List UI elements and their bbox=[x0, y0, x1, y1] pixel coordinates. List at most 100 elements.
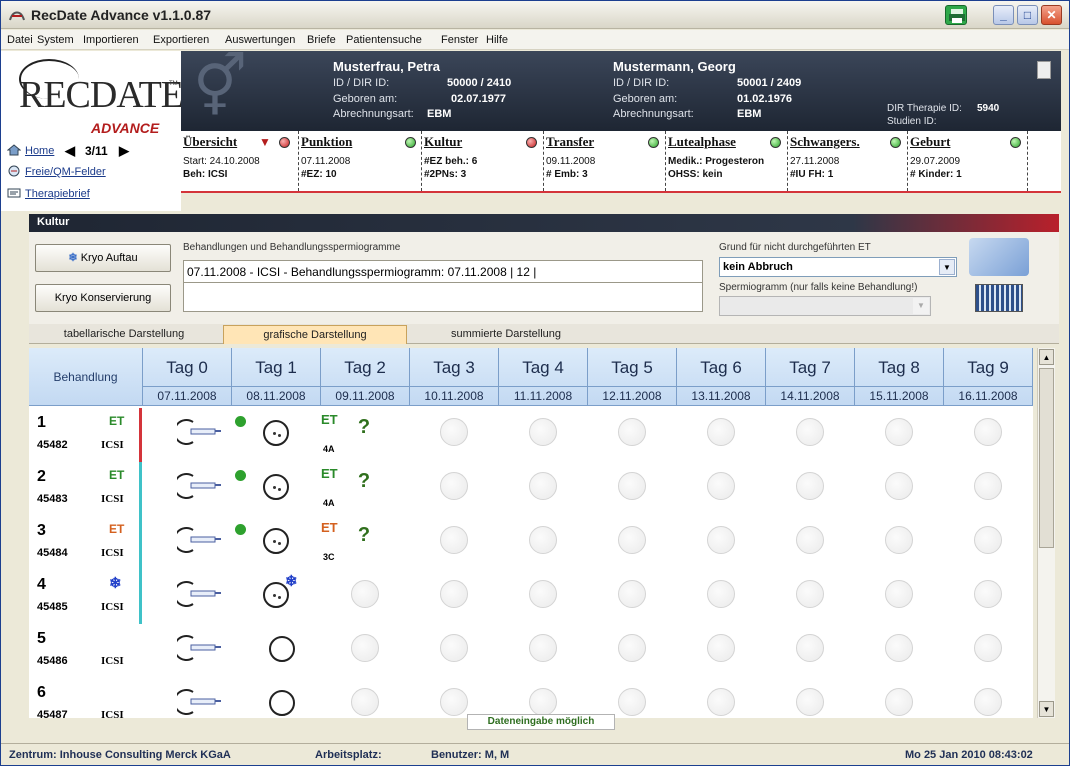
culture-row[interactable]: 4 45485 ICSI ❄ ❄ bbox=[29, 570, 1033, 624]
icsi-injection-icon[interactable] bbox=[173, 634, 221, 662]
empty-culture-cell[interactable] bbox=[529, 634, 557, 662]
zygote-icon[interactable] bbox=[269, 690, 295, 716]
culture-row[interactable]: 3 45484 ICSI ET ET 3C? bbox=[29, 516, 1033, 570]
chevron-down-icon[interactable]: ▼ bbox=[939, 259, 955, 275]
empty-culture-cell[interactable] bbox=[974, 634, 1002, 662]
phase-lutealphase[interactable]: Lutealphase Medik.: Progesteron OHSS: ke… bbox=[666, 131, 788, 191]
icsi-injection-icon[interactable] bbox=[173, 418, 221, 446]
empty-culture-cell[interactable] bbox=[529, 580, 557, 608]
empty-culture-cell[interactable] bbox=[440, 688, 468, 716]
nav-next-icon[interactable]: ▶ bbox=[119, 143, 129, 159]
phase-punktion[interactable]: Punktion 07.11.2008 #EZ: 10 bbox=[299, 131, 422, 191]
grid-scrollbar[interactable]: ▲ ▼ bbox=[1037, 348, 1055, 718]
empty-culture-cell[interactable] bbox=[618, 634, 646, 662]
empty-culture-cell[interactable] bbox=[707, 526, 735, 554]
phase-schwangerschaft[interactable]: Schwangers. 27.11.2008 #IU FH: 1 bbox=[788, 131, 908, 191]
empty-culture-cell[interactable] bbox=[707, 472, 735, 500]
empty-culture-cell[interactable] bbox=[974, 526, 1002, 554]
icsi-injection-icon[interactable] bbox=[173, 472, 221, 500]
empty-culture-cell[interactable] bbox=[796, 472, 824, 500]
menu-hilfe[interactable]: Hilfe bbox=[486, 34, 508, 46]
empty-culture-cell[interactable] bbox=[529, 526, 557, 554]
empty-culture-cell[interactable] bbox=[885, 472, 913, 500]
empty-culture-cell[interactable] bbox=[974, 580, 1002, 608]
menu-datei[interactable]: Datei bbox=[7, 34, 33, 46]
icsi-injection-icon[interactable] bbox=[173, 688, 221, 716]
question-icon[interactable]: ? bbox=[353, 470, 375, 492]
culture-row[interactable]: 6 45487 ICSI bbox=[29, 678, 1033, 718]
culture-row[interactable]: 2 45483 ICSI ET ET 4A? bbox=[29, 462, 1033, 516]
empty-culture-cell[interactable] bbox=[796, 418, 824, 446]
culture-row[interactable]: 5 45486 ICSI bbox=[29, 624, 1033, 678]
empty-culture-cell[interactable] bbox=[440, 418, 468, 446]
icsi-injection-icon[interactable] bbox=[173, 526, 221, 554]
menu-patientensuche[interactable]: Patientensuche bbox=[346, 34, 422, 46]
empty-culture-cell[interactable] bbox=[974, 418, 1002, 446]
printer-icon[interactable] bbox=[945, 5, 967, 25]
empty-culture-cell[interactable] bbox=[618, 418, 646, 446]
phase-uebersicht[interactable]: Übersicht ▼ Start: 24.10.2008 Beh: ICSI bbox=[181, 131, 299, 191]
empty-culture-cell[interactable] bbox=[618, 580, 646, 608]
empty-culture-cell[interactable] bbox=[529, 688, 557, 716]
zygote-icon[interactable] bbox=[263, 474, 289, 500]
menu-auswertungen[interactable]: Auswertungen bbox=[225, 34, 295, 46]
empty-culture-cell[interactable] bbox=[707, 418, 735, 446]
tab-summierte[interactable]: summierte Darstellung bbox=[411, 325, 601, 344]
chevron-down-icon[interactable]: ▼ bbox=[913, 298, 929, 314]
scroll-up-icon[interactable]: ▲ bbox=[1039, 349, 1054, 365]
grund-select[interactable]: kein Abbruch ▼ bbox=[719, 257, 957, 277]
empty-culture-cell[interactable] bbox=[351, 580, 379, 608]
empty-culture-cell[interactable] bbox=[885, 688, 913, 716]
treatments-list[interactable]: 07.11.2008 - ICSI - Behandlungsspermiogr… bbox=[183, 260, 703, 312]
phase-geburt[interactable]: Geburt 29.07.2009 # Kinder: 1 bbox=[908, 131, 1028, 191]
scroll-thumb[interactable] bbox=[1039, 368, 1054, 548]
icsi-injection-icon[interactable] bbox=[173, 580, 221, 608]
maximize-button[interactable]: □ bbox=[1017, 5, 1038, 25]
close-button[interactable]: ✕ bbox=[1041, 5, 1062, 25]
empty-culture-cell[interactable] bbox=[529, 418, 557, 446]
tab-tabellarische[interactable]: tabellarische Darstellung bbox=[29, 325, 219, 344]
empty-culture-cell[interactable] bbox=[974, 472, 1002, 500]
empty-culture-cell[interactable] bbox=[440, 526, 468, 554]
empty-culture-cell[interactable] bbox=[529, 472, 557, 500]
empty-culture-cell[interactable] bbox=[707, 688, 735, 716]
empty-culture-cell[interactable] bbox=[618, 688, 646, 716]
culture-row[interactable]: 1 45482 ICSI ET ET 4A? bbox=[29, 408, 1033, 462]
document-icon[interactable] bbox=[1037, 61, 1051, 79]
empty-culture-cell[interactable] bbox=[796, 634, 824, 662]
zygote-icon[interactable] bbox=[263, 420, 289, 446]
zygote-icon[interactable] bbox=[269, 636, 295, 662]
empty-culture-cell[interactable] bbox=[796, 526, 824, 554]
freie-qm-felder-link[interactable]: Freie/QM-Felder bbox=[25, 166, 106, 178]
menu-system[interactable]: System bbox=[37, 34, 74, 46]
empty-culture-cell[interactable] bbox=[885, 580, 913, 608]
barcode-icon[interactable] bbox=[975, 284, 1023, 312]
empty-culture-cell[interactable] bbox=[351, 634, 379, 662]
empty-culture-cell[interactable] bbox=[707, 580, 735, 608]
empty-culture-cell[interactable] bbox=[440, 634, 468, 662]
phase-transfer[interactable]: Transfer 09.11.2008 # Emb: 3 bbox=[544, 131, 666, 191]
kryo-konservierung-button[interactable]: Kryo Konservierung bbox=[35, 284, 171, 312]
couple-image-icon[interactable] bbox=[969, 238, 1029, 276]
empty-culture-cell[interactable] bbox=[796, 580, 824, 608]
home-link[interactable]: Home bbox=[25, 145, 54, 157]
scroll-down-icon[interactable]: ▼ bbox=[1039, 701, 1054, 717]
empty-culture-cell[interactable] bbox=[351, 688, 379, 716]
empty-culture-cell[interactable] bbox=[885, 634, 913, 662]
phase-kultur[interactable]: Kultur #EZ beh.: 6 #2PNs: 3 bbox=[422, 131, 544, 191]
tab-grafische[interactable]: grafische Darstellung bbox=[223, 325, 407, 344]
empty-culture-cell[interactable] bbox=[440, 580, 468, 608]
kryo-auftau-button[interactable]: ❄ Kryo Auftau bbox=[35, 244, 171, 272]
menu-briefe[interactable]: Briefe bbox=[307, 34, 336, 46]
empty-culture-cell[interactable] bbox=[618, 472, 646, 500]
empty-culture-cell[interactable] bbox=[707, 634, 735, 662]
empty-culture-cell[interactable] bbox=[974, 688, 1002, 716]
empty-culture-cell[interactable] bbox=[796, 688, 824, 716]
empty-culture-cell[interactable] bbox=[618, 526, 646, 554]
empty-culture-cell[interactable] bbox=[440, 472, 468, 500]
zygote-icon[interactable] bbox=[263, 528, 289, 554]
minimize-button[interactable]: _ bbox=[993, 5, 1014, 25]
therapiebrief-link[interactable]: Therapiebrief bbox=[25, 188, 90, 200]
menu-fenster[interactable]: Fenster bbox=[441, 34, 478, 46]
empty-culture-cell[interactable] bbox=[885, 418, 913, 446]
